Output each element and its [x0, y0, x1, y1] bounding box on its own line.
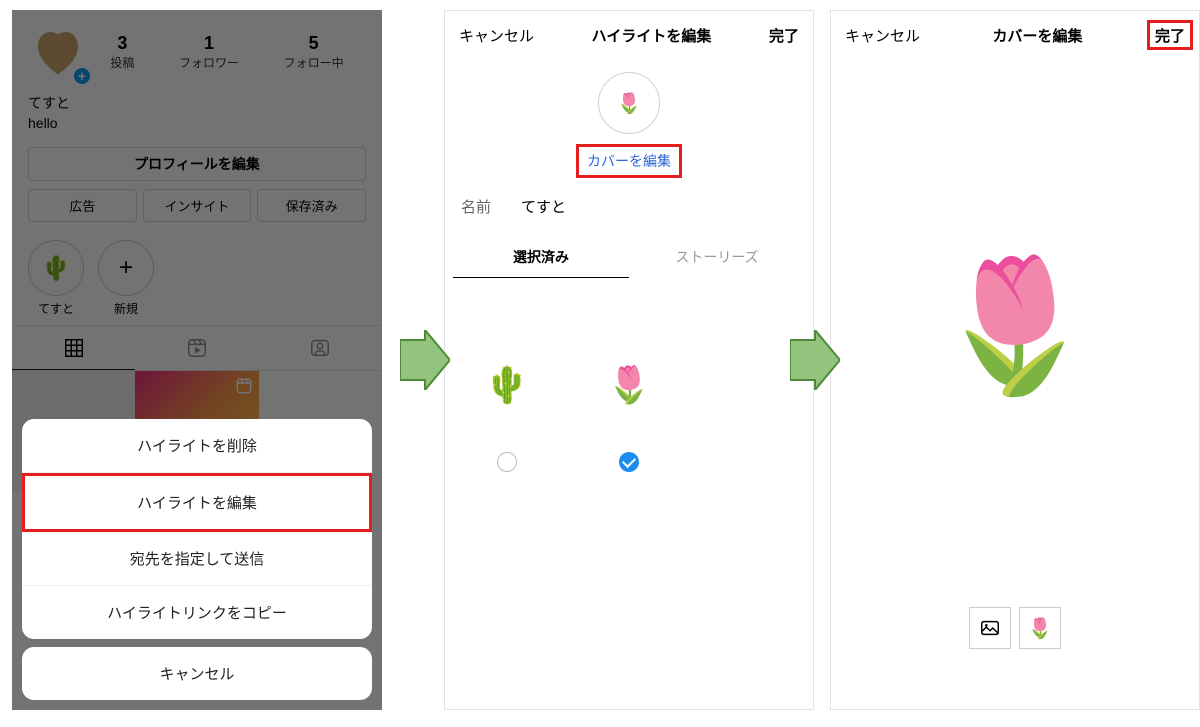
selected-indicator — [619, 452, 639, 472]
screenshot-profile: + 3 投稿 1 フォロワー 5 フォロー中 てすと hello プ — [12, 10, 382, 710]
story-cell[interactable]: 🌵 — [447, 290, 567, 480]
nav-bar: キャンセル ハイライトを編集 完了 — [445, 11, 813, 60]
image-icon — [979, 617, 1001, 639]
tab-selected[interactable]: 選択済み — [453, 237, 629, 278]
cover-source-thumbs: 🌷 — [969, 607, 1061, 649]
screenshot-edit-highlight: キャンセル ハイライトを編集 完了 🌷 カバーを編集 名前 てすと 選択済み ス… — [444, 10, 814, 710]
action-sheet-group: ハイライトを削除 ハイライトを編集 宛先を指定して送信 ハイライトリンクをコピー — [22, 419, 372, 639]
cancel-button[interactable]: キャンセル — [459, 25, 534, 46]
thumb-from-gallery[interactable] — [969, 607, 1011, 649]
unselected-indicator — [497, 452, 517, 472]
sheet-copy-link[interactable]: ハイライトリンクをコピー — [22, 586, 372, 639]
story-source-tabs: 選択済み ストーリーズ — [453, 237, 805, 278]
sheet-send-to[interactable]: 宛先を指定して送信 — [22, 532, 372, 586]
cactus-emoji: 🌵 — [485, 364, 530, 406]
stories-grid: 🌵 🌷 — [445, 288, 813, 482]
flow-arrow-icon — [400, 330, 450, 390]
screenshot-edit-cover: キャンセル カバーを編集 完了 🌷 🌷 — [830, 10, 1200, 710]
story-cell[interactable]: 🌷 — [569, 290, 689, 480]
tulip-emoji: 🌷 — [934, 249, 1096, 402]
tab-stories[interactable]: ストーリーズ — [629, 237, 805, 278]
sheet-cancel[interactable]: キャンセル — [22, 647, 372, 700]
highlight-cover-preview[interactable]: 🌷 — [598, 72, 660, 134]
thumb-story-tulip[interactable]: 🌷 — [1019, 607, 1061, 649]
cancel-button[interactable]: キャンセル — [845, 25, 920, 46]
action-sheet: ハイライトを削除 ハイライトを編集 宛先を指定して送信 ハイライトリンクをコピー… — [22, 419, 372, 700]
sheet-edit-highlight[interactable]: ハイライトを編集 — [22, 473, 372, 532]
tulip-emoji: 🌷 — [607, 364, 652, 406]
cover-section: 🌷 カバーを編集 — [445, 60, 813, 178]
done-button[interactable]: 完了 — [769, 25, 799, 46]
profile-screen: + 3 投稿 1 フォロワー 5 フォロー中 てすと hello プ — [12, 10, 382, 710]
name-row: 名前 てすと — [445, 178, 813, 227]
sheet-delete-highlight[interactable]: ハイライトを削除 — [22, 419, 372, 473]
done-button[interactable]: 完了 — [1155, 25, 1185, 46]
edit-cover-link[interactable]: カバーを編集 — [576, 144, 682, 178]
cover-canvas[interactable]: 🌷 — [831, 61, 1199, 589]
page-title: ハイライトを編集 — [592, 25, 712, 46]
tulip-emoji: 🌷 — [1028, 616, 1053, 641]
page-title: カバーを編集 — [992, 25, 1082, 46]
name-label: 名前 — [461, 196, 491, 217]
nav-bar: キャンセル カバーを編集 完了 — [831, 11, 1199, 60]
flow-arrow-icon — [790, 330, 840, 390]
name-input[interactable]: てすと — [521, 196, 566, 217]
